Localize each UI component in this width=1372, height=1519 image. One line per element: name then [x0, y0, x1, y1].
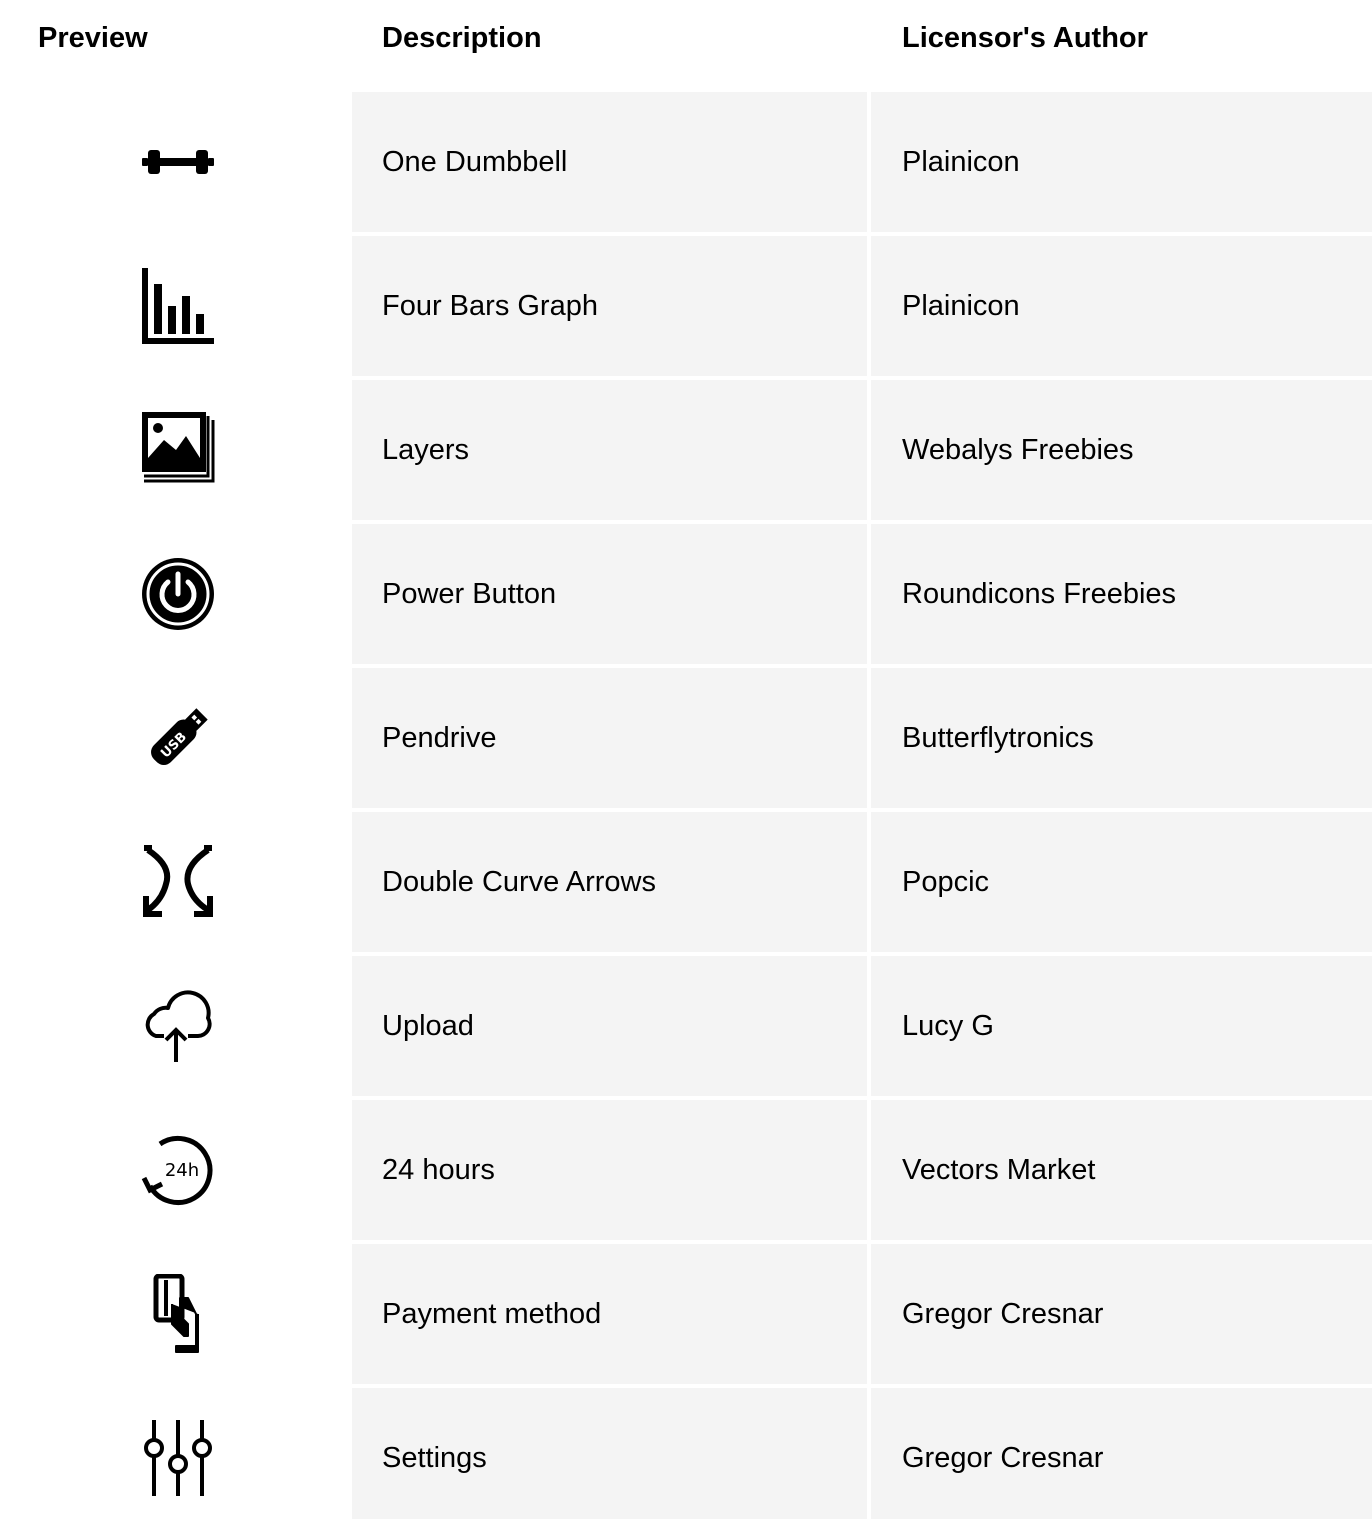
author-text: Gregor Cresnar: [902, 1298, 1104, 1330]
author-cell: Vectors Market: [871, 1100, 1372, 1240]
description-cell: Layers: [352, 380, 867, 520]
preview-cell: [0, 956, 352, 1096]
author-text: Roundicons Freebies: [902, 578, 1177, 610]
table-row: Power Button Roundicons Freebies: [0, 524, 1372, 664]
author-text: Plainicon: [902, 146, 1020, 178]
description-text: Power Button: [382, 578, 557, 610]
author-cell: Roundicons Freebies: [871, 524, 1372, 664]
preview-cell: [0, 380, 352, 520]
preview-cell: [0, 92, 352, 232]
description-cell: Pendrive: [352, 668, 867, 808]
table-row: 24h 24 hours Vectors Market: [0, 1100, 1372, 1240]
description-text: One Dumbbell: [382, 146, 568, 178]
preview-cell: USB: [0, 668, 352, 808]
description-text: Layers: [382, 434, 470, 466]
description-text: Pendrive: [382, 722, 497, 754]
cloud-upload-icon: [138, 986, 218, 1066]
description-text: Upload: [382, 1010, 474, 1042]
description-text: Double Curve Arrows: [382, 866, 656, 898]
usb-pendrive-icon: USB: [138, 698, 218, 778]
author-cell: Gregor Cresnar: [871, 1388, 1372, 1519]
preview-cell: [0, 1388, 352, 1519]
preview-cell: [0, 524, 352, 664]
author-text: Plainicon: [902, 290, 1020, 322]
preview-cell: [0, 812, 352, 952]
table-row: Layers Webalys Freebies: [0, 380, 1372, 520]
table-row: Payment method Gregor Cresnar: [0, 1244, 1372, 1384]
table-header: Preview Description Licensor's Author: [0, 0, 1372, 90]
description-cell: Power Button: [352, 524, 867, 664]
author-text: Lucy G: [902, 1010, 994, 1042]
description-text: 24 hours: [382, 1154, 495, 1186]
description-cell: Payment method: [352, 1244, 867, 1384]
power-button-icon: [138, 554, 218, 634]
table-row: Settings Gregor Cresnar: [0, 1388, 1372, 1519]
dumbbell-icon: [138, 122, 218, 202]
preview-cell: [0, 1244, 352, 1384]
author-text: Popcic: [902, 866, 990, 898]
author-text: Butterflytronics: [902, 722, 1094, 754]
table-row: One Dumbbell Plainicon: [0, 92, 1372, 232]
preview-cell: [0, 236, 352, 376]
author-cell: Plainicon: [871, 236, 1372, 376]
author-cell: Plainicon: [871, 92, 1372, 232]
author-cell: Gregor Cresnar: [871, 1244, 1372, 1384]
description-text: Payment method: [382, 1298, 602, 1330]
table-row: Double Curve Arrows Popcic: [0, 812, 1372, 952]
author-cell: Lucy G: [871, 956, 1372, 1096]
layers-icon: [138, 410, 218, 490]
24-hours-icon: 24h: [138, 1130, 218, 1210]
author-text: Gregor Cresnar: [902, 1442, 1104, 1474]
author-text: Vectors Market: [902, 1154, 1096, 1186]
author-cell: Butterflytronics: [871, 668, 1372, 808]
description-cell: Upload: [352, 956, 867, 1096]
description-cell: Four Bars Graph: [352, 236, 867, 376]
author-text: Webalys Freebies: [902, 434, 1134, 466]
description-cell: Settings: [352, 1388, 867, 1519]
description-text: Settings: [382, 1442, 487, 1474]
description-cell: Double Curve Arrows: [352, 812, 867, 952]
description-cell: 24 hours: [352, 1100, 867, 1240]
table-row: Upload Lucy G: [0, 956, 1372, 1096]
bar-graph-icon: [138, 266, 218, 346]
header-author: Licensor's Author: [902, 22, 1148, 54]
payment-method-icon: [138, 1274, 218, 1354]
double-curve-arrows-icon: [138, 842, 218, 922]
author-cell: Webalys Freebies: [871, 380, 1372, 520]
header-preview: Preview: [38, 22, 148, 54]
header-description: Description: [382, 22, 542, 54]
table-row: Four Bars Graph Plainicon: [0, 236, 1372, 376]
settings-sliders-icon: [138, 1418, 218, 1498]
table-body: One Dumbbell Plainicon Four Bars Graph P…: [0, 92, 1372, 1519]
preview-cell: 24h: [0, 1100, 352, 1240]
description-cell: One Dumbbell: [352, 92, 867, 232]
author-cell: Popcic: [871, 812, 1372, 952]
table-row: USB Pendrive Butterflytronics: [0, 668, 1372, 808]
24-hours-icon-label: 24h: [165, 1160, 199, 1181]
description-text: Four Bars Graph: [382, 290, 598, 322]
